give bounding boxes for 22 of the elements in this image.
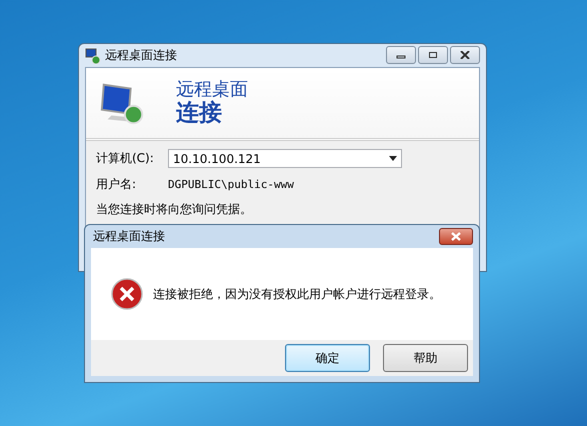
header-title: 远程桌面 <box>176 80 248 100</box>
close-icon <box>450 232 462 241</box>
dropdown-arrow-icon <box>389 156 397 161</box>
computer-label: 计算机(C): <box>96 150 155 167</box>
close-button[interactable] <box>450 46 480 64</box>
window-title: 远程桌面连接 <box>105 47 177 64</box>
username-value: DGPUBLIC\public-www <box>168 178 294 191</box>
computer-combo-box[interactable]: 10.10.100.121 <box>168 149 402 168</box>
monitor-icon <box>85 48 101 64</box>
header-title: 连接 <box>176 100 223 126</box>
ok-button[interactable]: 确定 <box>285 344 370 372</box>
minimize-button[interactable] <box>386 46 416 64</box>
dialog-title: 远程桌面连接 <box>93 228 165 245</box>
username-label: 用户名: <box>96 176 138 193</box>
close-icon <box>460 51 470 59</box>
credentials-note: 当您连接时将向您询问凭据。 <box>96 201 253 218</box>
maximize-icon <box>428 51 438 59</box>
maximize-button[interactable] <box>418 46 448 64</box>
help-button[interactable]: 帮助 <box>383 344 468 372</box>
close-button[interactable] <box>439 228 473 245</box>
error-icon <box>111 278 143 310</box>
error-message: 连接被拒绝，因为没有授权此用户帐户进行远程登录。 <box>153 286 441 302</box>
